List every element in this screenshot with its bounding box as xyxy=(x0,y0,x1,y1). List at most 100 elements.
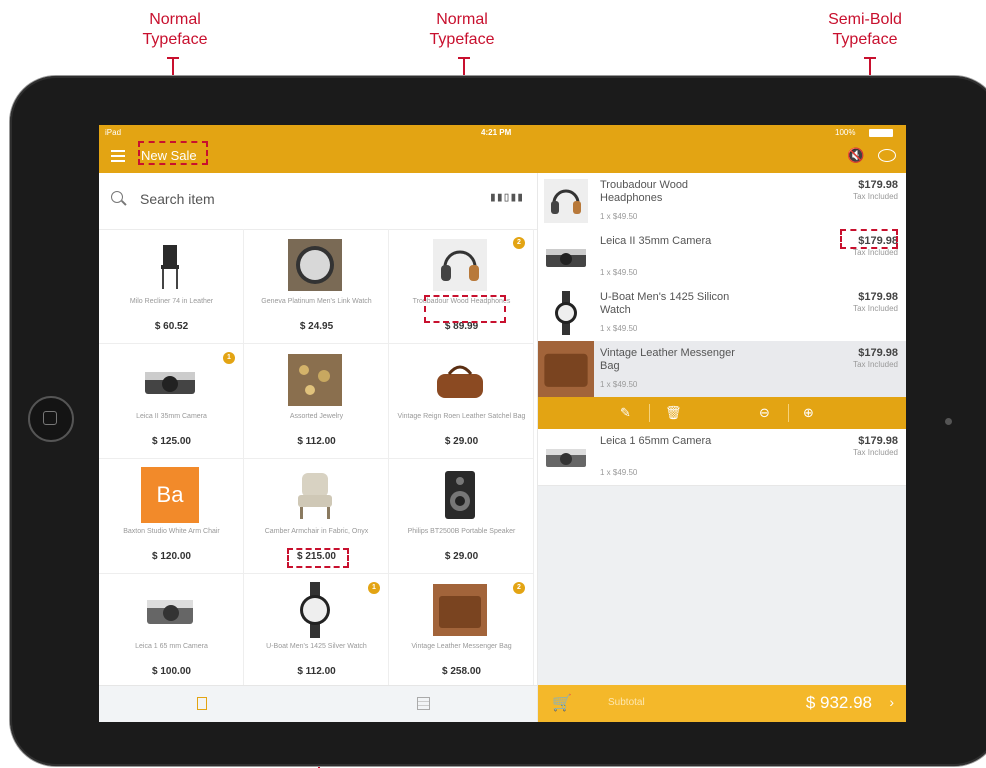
menu-icon[interactable] xyxy=(111,150,125,165)
annotation-left: Normal Typeface xyxy=(142,11,208,48)
watch-image xyxy=(288,239,342,291)
plus-icon[interactable]: ⊕ xyxy=(803,405,814,421)
cart-panel: Troubadour Wood Headphones 1 x $49.50 $1… xyxy=(538,173,906,722)
product-price: $ 24.95 xyxy=(299,321,334,332)
checkout-bar[interactable]: 🛒 Subtotal $ 932.98 › xyxy=(538,685,906,722)
speaker-image xyxy=(445,471,475,519)
cart-item-tax: Tax Included xyxy=(853,192,898,201)
product-price: $ 29.00 xyxy=(444,551,479,562)
cart-item-qty: 1 x $49.50 xyxy=(600,268,638,277)
cart-item-name: Leica 1 65mm Camera xyxy=(600,435,712,447)
product-panel: Search item ▮▮▯▮▮ Milo Recliner 74 in Le… xyxy=(99,173,538,722)
search-icon xyxy=(111,191,123,203)
product-name: Baxton Studio White Arm Chair xyxy=(123,528,220,535)
home-button-square-icon xyxy=(43,411,57,425)
item-action-bar: ✎ 🗑 ⊖ ⊕ xyxy=(538,397,906,429)
list-view-icon[interactable] xyxy=(197,697,207,710)
camera-image xyxy=(145,372,195,394)
jewelry-image xyxy=(288,354,342,406)
cart-item[interactable]: U-Boat Men's 1425 Silicon Watch 1 x $49.… xyxy=(538,285,906,342)
product-name: U-Boat Men's 1425 Silver Watch xyxy=(266,643,367,650)
cart-item-name: Troubadour Wood Headphones xyxy=(600,179,689,204)
cart-item-amount: $179.98 xyxy=(858,291,898,303)
product-price: $ 112.00 xyxy=(297,436,336,447)
product-tile[interactable]: Vintage Reign Roen Leather Satchel Bag $… xyxy=(389,344,534,459)
status-bar: iPad 4:21 PM 100% xyxy=(99,125,906,141)
battery-icon xyxy=(869,129,893,137)
chat-icon[interactable] xyxy=(878,149,896,162)
product-tile[interactable]: 2 Troubadour Wood Headphones $ 89.99 xyxy=(389,229,534,344)
watch-image xyxy=(300,582,330,638)
grid-view-icon[interactable] xyxy=(417,697,430,710)
cart-item-selected[interactable]: Vintage Leather Messenger Bag 1 x $49.50… xyxy=(538,341,906,398)
product-name: Camber Armchair in Fabric, Onyx xyxy=(264,528,369,535)
quantity-badge: 1 xyxy=(223,352,235,364)
product-tile[interactable]: Milo Recliner 74 in Leather $ 60.52 xyxy=(99,229,244,344)
camera-image xyxy=(147,600,193,624)
cart-item-name: U-Boat Men's 1425 Silicon Watch xyxy=(600,291,730,316)
search-input[interactable]: Search item xyxy=(140,191,215,207)
product-tile[interactable]: Philips BT2500B Portable Speaker $ 29.00 xyxy=(389,459,534,574)
product-name: Milo Recliner 74 in Leather xyxy=(129,298,214,305)
highlight-product-price xyxy=(287,548,349,568)
product-tile[interactable]: Ba Baxton Studio White Arm Chair $ 120.0… xyxy=(99,459,244,574)
edit-icon[interactable]: ✎ xyxy=(620,405,631,421)
nav-bar: New Sale 🔇 xyxy=(99,141,906,173)
cart-item-qty: 1 x $49.50 xyxy=(600,468,638,477)
cart-icon[interactable]: 🛒 xyxy=(552,693,572,713)
annotation-right: Semi-Bold Typeface xyxy=(828,11,902,48)
camera-thumb xyxy=(546,449,586,467)
product-tile[interactable]: Geneva Platinum Men's Link Watch $ 24.95 xyxy=(244,229,389,344)
quantity-badge: 2 xyxy=(513,582,525,594)
product-tile[interactable]: Leica 1 65 mm Camera $ 100.00 xyxy=(99,574,244,689)
camera-thumb xyxy=(546,249,586,267)
product-price: $ 29.00 xyxy=(444,436,479,447)
home-button[interactable] xyxy=(28,396,74,442)
product-name: Geneva Platinum Men's Link Watch xyxy=(261,298,372,305)
product-name: Assorted Jewelry xyxy=(289,413,344,420)
cart-item[interactable]: Leica 1 65mm Camera 1 x $49.50 $179.98 T… xyxy=(538,429,906,486)
cart-item-tax: Tax Included xyxy=(853,248,898,257)
cart-item-tax: Tax Included xyxy=(853,448,898,457)
product-price: $ 120.00 xyxy=(152,551,191,562)
minus-icon[interactable]: ⊖ xyxy=(759,405,770,421)
cart-item-tax: Tax Included xyxy=(853,360,898,369)
bag-image xyxy=(433,584,487,636)
product-price: $ 60.52 xyxy=(154,321,189,332)
mute-icon[interactable]: 🔇 xyxy=(847,147,864,164)
barcode-icon[interactable]: ▮▮▯▮▮ xyxy=(489,190,524,205)
product-name: Vintage Reign Roen Leather Satchel Bag xyxy=(397,413,526,420)
annotation-center: Normal Typeface xyxy=(429,11,495,48)
cart-item-amount: $179.98 xyxy=(858,435,898,447)
bag-thumb xyxy=(538,341,594,397)
chevron-right-icon[interactable]: › xyxy=(889,694,894,710)
cart-item-qty: 1 x $49.50 xyxy=(600,212,638,221)
cart-item-name: Leica II 35mm Camera xyxy=(600,235,712,247)
highlight-title xyxy=(138,141,208,165)
search-bar[interactable]: Search item ▮▮▯▮▮ xyxy=(99,173,537,230)
cart-item-tax: Tax Included xyxy=(853,304,898,313)
trash-icon[interactable]: 🗑 xyxy=(665,405,682,421)
product-tile[interactable]: 1 U-Boat Men's 1425 Silver Watch $ 112.0… xyxy=(244,574,389,689)
product-price: $ 112.00 xyxy=(297,666,336,677)
headphones-thumb xyxy=(544,179,588,223)
headphones-image xyxy=(433,239,487,291)
subtotal-label: Subtotal xyxy=(608,697,645,708)
product-tile[interactable]: 1 Leica II 35mm Camera $ 125.00 xyxy=(99,344,244,459)
product-price: $ 100.00 xyxy=(152,666,191,677)
status-time: 4:21 PM xyxy=(481,128,512,137)
product-tile[interactable]: Assorted Jewelry $ 112.00 xyxy=(244,344,389,459)
highlight-product-name xyxy=(424,295,506,323)
cart-item-qty: 1 x $49.50 xyxy=(600,324,638,333)
product-name: Vintage Leather Messenger Bag xyxy=(411,643,512,650)
action-divider xyxy=(649,404,650,422)
cart-item[interactable]: Troubadour Wood Headphones 1 x $49.50 $1… xyxy=(538,173,906,230)
action-divider xyxy=(788,404,789,422)
product-tile[interactable]: 2 Vintage Leather Messenger Bag $ 258.00 xyxy=(389,574,534,689)
armchair-image xyxy=(298,473,332,519)
quantity-badge: 1 xyxy=(368,582,380,594)
watch-thumb xyxy=(555,291,577,335)
status-battery: 100% xyxy=(835,128,856,137)
product-price: $ 258.00 xyxy=(442,666,481,677)
cart-item-amount: $179.98 xyxy=(858,179,898,191)
